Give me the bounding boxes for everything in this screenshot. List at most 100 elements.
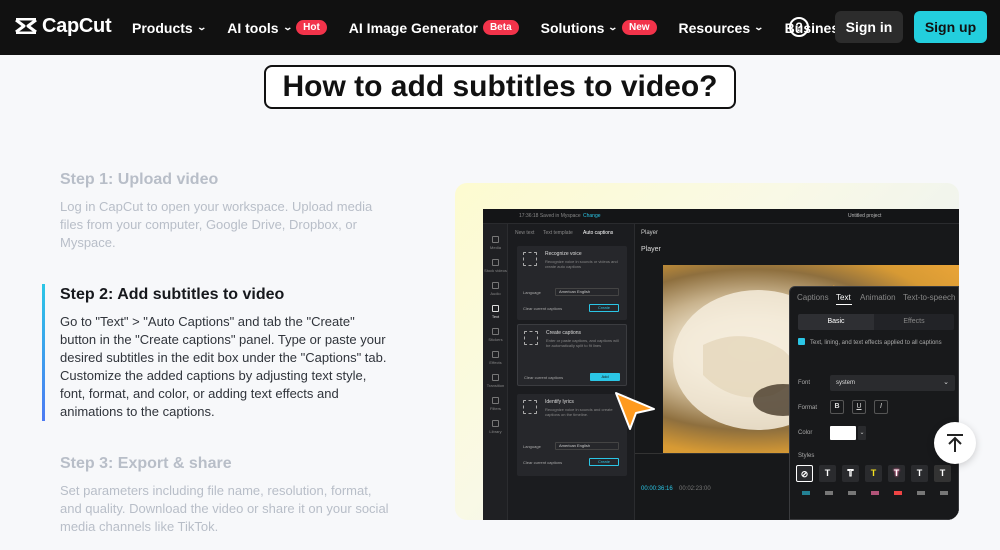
nav-item-label: Resources — [678, 19, 751, 36]
italic-button: I — [874, 400, 888, 414]
step-2[interactable]: Step 2: Add subtitles to video Go to "Te… — [60, 286, 390, 421]
capcut-logo-icon — [15, 18, 37, 34]
chevron-down-icon: ⌄ — [196, 22, 207, 32]
card-title: Recognize voice — [545, 251, 582, 257]
step-body: Go to "Text" > "Auto Captions" and tab t… — [60, 314, 387, 419]
sidebar-item-media: Media — [483, 236, 508, 250]
card-title: Create captions — [546, 330, 582, 336]
sidebar-item-effects: Effects — [483, 351, 508, 365]
media-icon — [492, 236, 499, 243]
sidebar-item-library: Library — [483, 420, 508, 434]
transition-icon — [492, 374, 499, 381]
cursor-arrow-icon — [615, 392, 655, 430]
card-desc: Enter or paste captions, and captions wi… — [546, 338, 619, 348]
chevron-down-icon: ⌄ — [943, 379, 949, 386]
recognize-voice-card: Recognize voice Recognize voice in sound… — [517, 246, 627, 320]
recognize-voice-icon — [523, 252, 537, 266]
nav-item-resources[interactable]: Resources ⌄ — [678, 19, 765, 36]
active-tab-underline — [836, 304, 852, 305]
style-none-icon: ⊘ — [796, 465, 813, 482]
editor-illustration: 17:36:18 Saved in Myspace Change Untitle… — [455, 183, 959, 520]
text-icon — [492, 305, 499, 312]
styles-label: Styles — [798, 453, 815, 459]
style-swatch: T — [819, 465, 836, 482]
style-swatch: T — [865, 465, 882, 482]
current-timecode: 00:00:36:16 — [641, 486, 673, 492]
step-1[interactable]: Step 1: Upload video Log in CapCut to op… — [60, 171, 390, 252]
card-desc: Recognize voice in sounds and create cap… — [545, 407, 613, 417]
nav-item-ai-image-generator[interactable]: AI Image Generator Beta — [349, 20, 519, 36]
underline-button: U — [852, 400, 866, 414]
total-timecode: 00:02:23:00 — [679, 486, 711, 492]
sidebar-label: Text — [491, 314, 500, 319]
language-select: American English — [555, 442, 619, 450]
sidebar-label: Library — [489, 429, 502, 434]
sidebar-item-filters: Filters — [483, 397, 508, 411]
color-swatch — [830, 426, 856, 440]
scroll-to-top-button[interactable] — [934, 422, 976, 464]
segment-basic: Basic — [798, 314, 874, 330]
nav-item-label: Solutions — [540, 19, 605, 36]
step-3[interactable]: Step 3: Export & share Set parameters in… — [60, 455, 390, 536]
change-link: Change — [583, 213, 601, 219]
stock-videos-icon — [492, 259, 499, 266]
style-swatch: T — [911, 465, 928, 482]
sidebar-label: Stickers — [488, 337, 503, 342]
identify-lyrics-icon — [523, 400, 537, 414]
caption-tabs: New text Text template Auto captions — [509, 230, 633, 240]
nav-item-ai-tools[interactable]: AI tools ⌄ Hot — [227, 20, 327, 36]
step-title: Step 2: Add subtitles to video — [60, 286, 285, 303]
chevron-down-icon: ⌄ — [282, 22, 293, 32]
style-swatch: T — [934, 465, 951, 482]
step-body: Set parameters including file name, reso… — [60, 483, 389, 534]
language-label: Language — [523, 444, 541, 449]
font-select: system ⌄ — [830, 375, 955, 391]
clear-captions-label: Clear current captions — [523, 460, 563, 465]
sidebar-item-text: Text — [483, 305, 508, 319]
text-properties-panel: Captions Text Animation Text-to-speech B… — [789, 286, 959, 520]
nav-item-label: AI tools — [227, 19, 279, 36]
top-navbar: CapCut Products ⌄ AI tools ⌄ Hot AI Imag… — [0, 0, 1000, 55]
sidebar-item-stock-videos: Stock videos — [483, 259, 508, 273]
add-button: Add — [590, 373, 620, 381]
hot-badge: Hot — [296, 20, 327, 35]
step-body: Log in CapCut to open your workspace. Up… — [60, 199, 373, 250]
language-select: American English — [555, 288, 619, 296]
sidebar-item-stickers: Stickers — [483, 328, 508, 342]
create-captions-card: Create captions Enter or paste captions,… — [517, 324, 627, 386]
sidebar-label: Audio — [490, 291, 501, 296]
chevron-down-icon: ⌄ — [858, 426, 866, 440]
sidebar-label: Media — [490, 245, 501, 250]
sidebar-item-audio: Audio — [483, 282, 508, 296]
editor-sidebar: Media Stock videos Audio Text Stickers E… — [483, 224, 508, 520]
nav-item-solutions[interactable]: Solutions ⌄ New — [541, 20, 657, 36]
auto-captions-panel: New text Text template Auto captions Rec… — [509, 224, 633, 520]
active-step-indicator — [42, 284, 45, 421]
create-button: Create — [589, 304, 619, 312]
sidebar-label: Filters — [490, 406, 501, 411]
nav-item-products[interactable]: Products ⌄ — [132, 19, 207, 36]
effects-icon — [492, 351, 499, 358]
sign-in-button[interactable]: Sign in — [835, 11, 903, 43]
font-value: system — [836, 380, 856, 386]
filters-icon — [492, 397, 499, 404]
help-icon[interactable]: ? — [789, 17, 809, 37]
nav-item-label: Products — [132, 19, 193, 36]
tab-text: Text — [836, 293, 851, 302]
tab-new-text: New text — [515, 230, 535, 236]
tab-animation: Animation — [860, 293, 896, 302]
sidebar-label: Stock videos — [484, 268, 507, 273]
capcut-logo[interactable]: CapCut — [14, 14, 112, 38]
tab-text-to-speech: Text-to-speech — [903, 293, 956, 302]
step-title: Step 1: Upload video — [60, 171, 219, 188]
tab-text-template: Text template — [543, 230, 573, 236]
editor-topbar: 17:36:18 Saved in Myspace Change Untitle… — [483, 209, 959, 224]
checkbox-checked-icon — [798, 338, 805, 345]
chevron-down-icon: ⌄ — [607, 22, 619, 32]
clear-captions-label: Clear current captions — [524, 375, 564, 380]
tab-captions: Captions — [797, 293, 829, 302]
audio-icon — [492, 282, 499, 289]
sign-up-button[interactable]: Sign up — [914, 11, 987, 43]
sidebar-label: Effects — [489, 360, 502, 365]
sidebar-label: Transition — [486, 383, 505, 388]
